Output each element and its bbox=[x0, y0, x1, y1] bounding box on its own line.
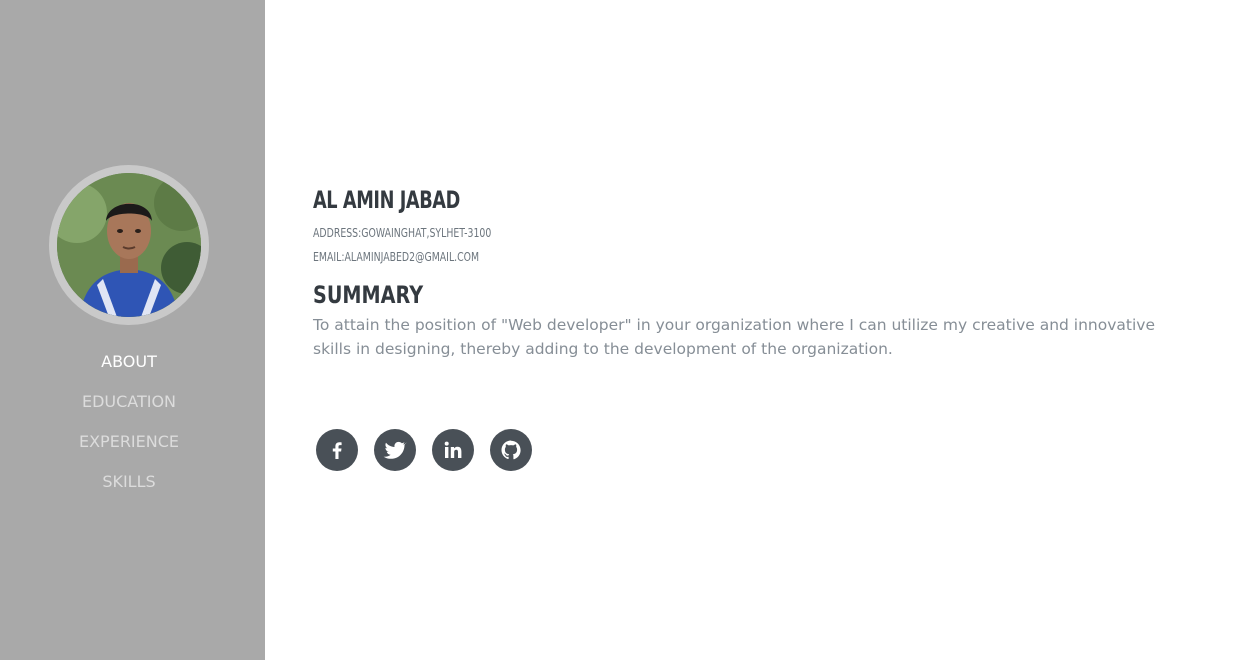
about-section: AL AMIN JABAD ADDRESS:GOWAINGHAT,SYLHET-… bbox=[313, 185, 1213, 361]
summary-heading: SUMMARY bbox=[313, 281, 424, 309]
github-link[interactable] bbox=[490, 429, 532, 471]
social-links bbox=[316, 429, 532, 471]
twitter-link[interactable] bbox=[374, 429, 416, 471]
linkedin-icon bbox=[444, 441, 462, 458]
twitter-icon bbox=[383, 441, 407, 459]
profile-photo bbox=[57, 173, 201, 317]
nav-item-education[interactable]: EDUCATION bbox=[0, 390, 258, 430]
nav-item-about[interactable]: ABOUT bbox=[0, 350, 258, 390]
avatar bbox=[57, 173, 201, 317]
sidebar-nav: ABOUT EDUCATION EXPERIENCE SKILLS bbox=[0, 350, 258, 510]
address-text: ADDRESS:GOWAINGHAT,SYLHET-3100 bbox=[313, 226, 492, 240]
facebook-icon bbox=[332, 442, 342, 459]
facebook-link[interactable] bbox=[316, 429, 358, 471]
email-text: EMAIL:ALAMINJABED2@GMAIL.COM bbox=[313, 250, 480, 264]
nav-item-experience[interactable]: EXPERIENCE bbox=[0, 430, 258, 470]
avatar-ring bbox=[49, 165, 209, 325]
linkedin-link[interactable] bbox=[432, 429, 474, 471]
summary-text: To attain the position of "Web developer… bbox=[313, 316, 1155, 358]
nav-item-skills[interactable]: SKILLS bbox=[0, 470, 258, 510]
github-icon bbox=[501, 440, 521, 460]
sidebar: ABOUT EDUCATION EXPERIENCE SKILLS bbox=[0, 0, 265, 660]
profile-name: AL AMIN JABAD bbox=[313, 186, 460, 214]
